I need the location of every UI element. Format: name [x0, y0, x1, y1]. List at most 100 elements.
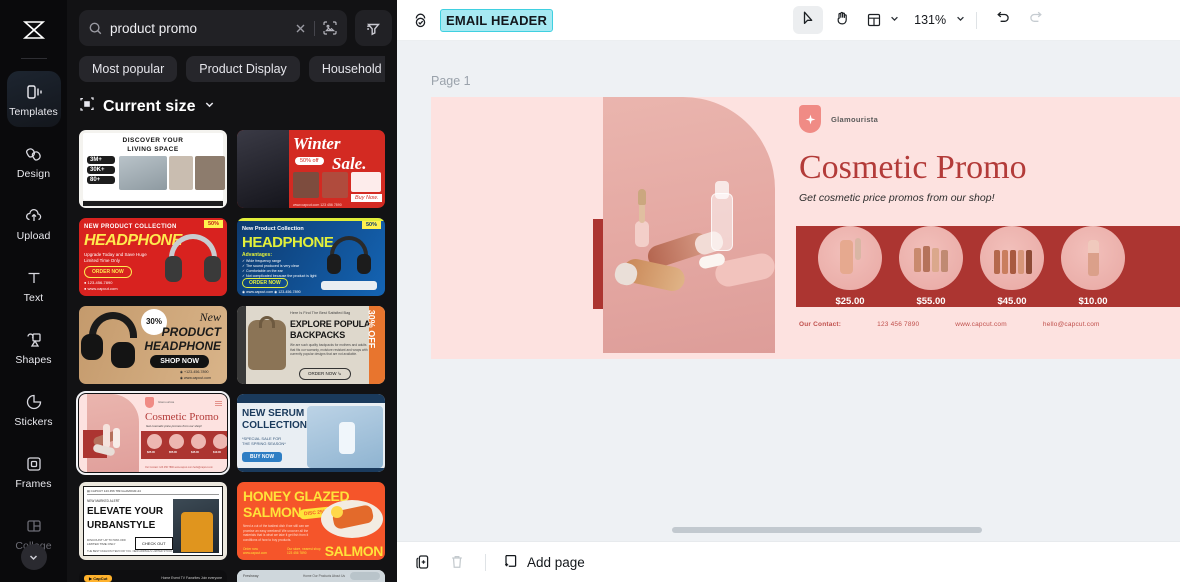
chip-most-popular[interactable]: Most popular	[79, 56, 178, 82]
product-card[interactable]: $10.00	[1061, 226, 1125, 307]
sidebar-label: Shapes	[15, 353, 52, 366]
collage-icon	[24, 515, 44, 537]
filter-icon[interactable]	[355, 10, 392, 46]
shield-sparkle-icon	[799, 105, 821, 133]
design-title[interactable]: Cosmetic Promo	[799, 151, 1180, 185]
product-price: $25.00	[835, 296, 865, 307]
left-rail: Templates Design Upload Text Shapes Stic…	[0, 0, 67, 582]
undo-icon	[994, 9, 1011, 31]
app-root: Templates Design Upload Text Shapes Stic…	[0, 0, 1180, 582]
chevron-down-icon	[889, 11, 900, 29]
sidebar-item-stickers[interactable]: Stickers	[7, 381, 61, 437]
template-thumb[interactable]: New Product Collection HEADPHONE Advanta…	[237, 218, 385, 296]
add-page-button[interactable]: Add page	[502, 552, 585, 573]
chevron-down-icon	[955, 11, 966, 29]
sidebar-item-templates[interactable]: Templates	[6, 71, 61, 127]
template-thumb[interactable]: Here Is Find The Best Satisfied Bag EXPL…	[237, 306, 385, 384]
product-price: $10.00	[1078, 296, 1108, 307]
sidebar-label: Stickers	[14, 415, 53, 428]
template-thumb[interactable]: ▤ CAPCUT 123 456 789 GLAMOUR-24 NEW MARK…	[79, 482, 227, 560]
template-thumb[interactable]: 30% New PRODUCT HEADPHONE SHOP NOW ◉ +12…	[79, 306, 227, 384]
search-input[interactable]	[110, 20, 287, 36]
chip-household[interactable]: Household	[308, 56, 385, 82]
toolbar-divider	[976, 11, 978, 29]
templates-panel: Most popular Product Display Household C…	[67, 0, 397, 582]
product-image	[818, 226, 882, 290]
search-icon	[88, 21, 103, 36]
close-icon[interactable]	[294, 22, 307, 35]
redo-icon	[1028, 9, 1045, 31]
product-card[interactable]: $45.00	[980, 226, 1044, 307]
template-thumb[interactable]: Winter Sale. 50% off Buy Now. www.capcut…	[237, 130, 385, 208]
cursor-icon	[800, 10, 816, 31]
undo-button[interactable]	[987, 6, 1017, 34]
current-size-label: Current size	[103, 97, 196, 115]
bottom-divider	[485, 553, 486, 571]
chevron-down-icon	[203, 98, 216, 116]
page-label: Page 1	[431, 74, 471, 88]
scrollbar-thumb[interactable]	[672, 527, 982, 533]
image-search-icon[interactable]	[322, 20, 338, 36]
layout-tool-button[interactable]	[861, 6, 900, 34]
template-thumb[interactable]: NEW SERUM COLLECTION *SPECIAL SALE FOR TH…	[237, 394, 385, 472]
hand-icon	[834, 10, 850, 31]
contact-label: Our Contact:	[799, 321, 842, 328]
shapes-icon	[24, 329, 44, 351]
template-thumb[interactable]: Freshway Home Our Products About Us Fres…	[237, 570, 385, 582]
contact-email: hello@capcut.com	[1042, 321, 1100, 328]
sidebar-label: Frames	[15, 477, 52, 490]
design-contact-row: Our Contact: 123 456 7890 www.capcut.com…	[799, 321, 1100, 328]
duplicate-page-icon[interactable]	[411, 550, 435, 574]
panel-header: Most popular Product Display Household C…	[67, 0, 397, 117]
hand-tool-button[interactable]	[827, 6, 857, 34]
template-thumb[interactable]: ▶ CapCut Home Event TV Favorites Join ev…	[79, 570, 227, 582]
trash-icon[interactable]	[445, 550, 469, 574]
artboard[interactable]: Glamourista Cosmetic Promo Get cosmetic …	[431, 97, 1180, 359]
top-toolbar: EMAIL HEADER 131%	[397, 0, 1180, 41]
capcut-logo-icon[interactable]	[16, 12, 52, 48]
sidebar-label: Upload	[16, 229, 51, 242]
sidebar-item-upload[interactable]: Upload	[7, 195, 61, 251]
chevron-down-icon[interactable]	[20, 544, 47, 570]
product-card[interactable]: $55.00	[899, 226, 963, 307]
product-price: $55.00	[916, 296, 946, 307]
sidebar-item-shapes[interactable]: Shapes	[7, 319, 61, 375]
template-thumb[interactable]: DISCOVER YOUR LIVING SPACE 3M+ 30K+ 80+	[79, 130, 227, 208]
document-title-input[interactable]: EMAIL HEADER	[440, 8, 554, 32]
template-thumb[interactable]: NEW PRODUCT COLLECTION HEADPHONE Upgrade…	[79, 218, 227, 296]
product-card[interactable]: $25.00	[818, 226, 882, 307]
layout-grid-icon	[861, 6, 887, 34]
crop-size-icon	[79, 96, 95, 117]
sidebar-label: Templates	[9, 105, 58, 118]
canvas-area[interactable]: Page 1 Glamourista Cosmetic Promo Get co…	[397, 41, 1180, 541]
product-image	[1061, 226, 1125, 290]
design-brand-row: Glamourista	[796, 97, 1180, 133]
add-page-label: Add page	[527, 554, 585, 570]
search-divider	[314, 20, 315, 36]
frames-icon	[24, 453, 44, 475]
sidebar-item-text[interactable]: Text	[7, 257, 61, 313]
zoom-level: 131%	[914, 13, 947, 27]
sidebar-item-design[interactable]: Design	[7, 133, 61, 189]
select-tool-button[interactable]	[793, 6, 824, 34]
upload-cloud-icon	[24, 205, 44, 227]
template-thumb[interactable]: HONEY GLAZED SALMON DISC 25% Need a cut …	[237, 482, 385, 560]
product-image	[899, 226, 963, 290]
horizontal-scrollbar[interactable]	[397, 527, 1180, 533]
design-brand-name: Glamourista	[831, 114, 879, 124]
design-content: Glamourista Cosmetic Promo Get cosmetic …	[796, 97, 1180, 359]
bottom-toolbar: Add page	[397, 541, 1180, 582]
cloud-check-icon[interactable]	[411, 11, 430, 30]
contact-website: www.capcut.com	[955, 321, 1007, 328]
sidebar-item-frames[interactable]: Frames	[7, 443, 61, 499]
chip-product-display[interactable]: Product Display	[186, 56, 300, 82]
filter-chips: Most popular Product Display Household	[79, 56, 385, 82]
zoom-selector[interactable]: 131%	[914, 11, 966, 29]
redo-button[interactable]	[1021, 6, 1051, 34]
search-box[interactable]	[79, 10, 347, 46]
sidebar-label: Text	[23, 291, 44, 304]
add-page-icon	[502, 552, 520, 573]
current-size-selector[interactable]: Current size	[79, 96, 385, 117]
template-thumb-cosmetic-promo[interactable]: Glamourista Cosmetic Promo Get cosmetic …	[76, 391, 230, 475]
design-subtitle[interactable]: Get cosmetic price promos from our shop!	[799, 192, 1180, 204]
